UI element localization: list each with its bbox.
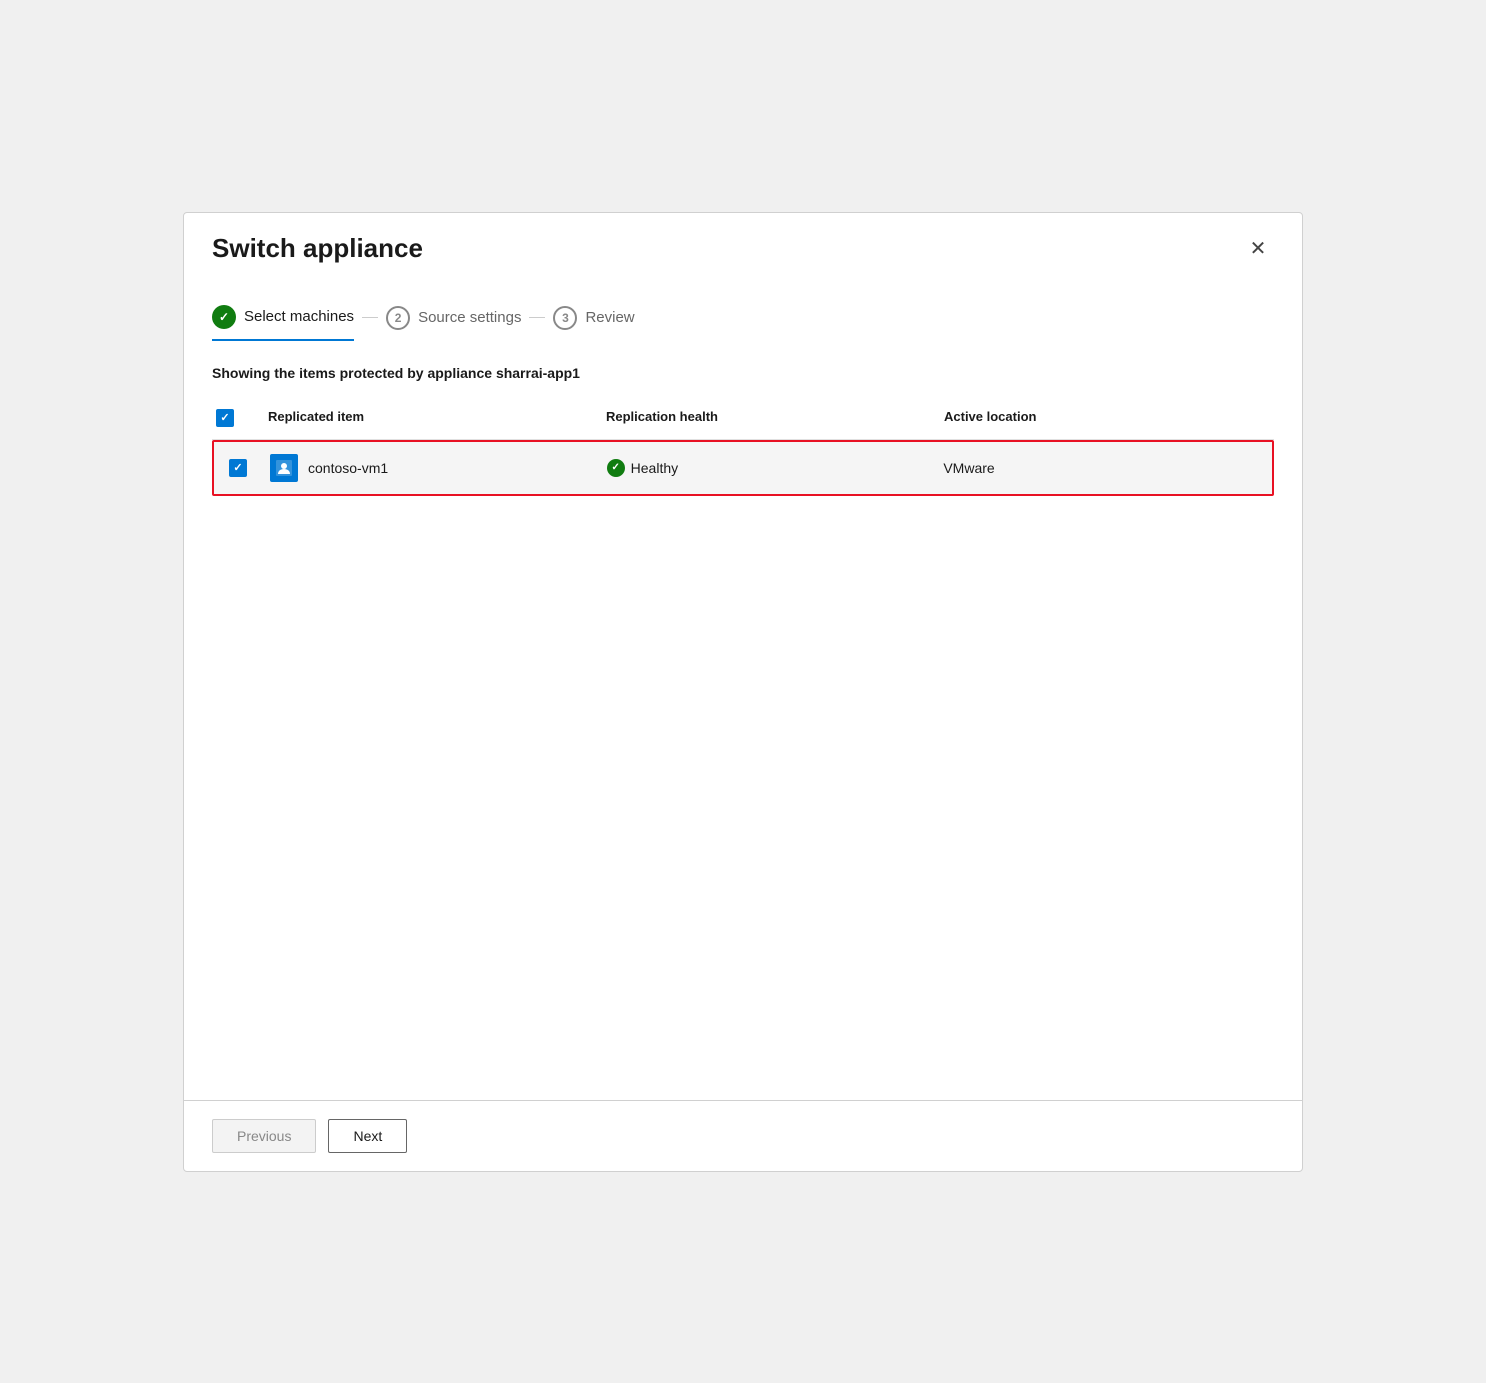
step-source-settings[interactable]: 2 Source settings: [386, 306, 521, 340]
dialog-title: Switch appliance: [212, 233, 423, 264]
step-separator-1: [362, 317, 378, 318]
step-review[interactable]: 3 Review: [553, 306, 634, 340]
col-replicated-item: Replicated item: [260, 405, 598, 431]
switch-appliance-dialog: Switch appliance ✕ ✓ Select machines 2 S…: [183, 212, 1303, 1172]
dialog-body: ✓ Select machines 2 Source settings 3 Re…: [184, 281, 1302, 1100]
step-select-machines[interactable]: ✓ Select machines: [212, 305, 354, 341]
next-button[interactable]: Next: [328, 1119, 407, 1153]
step-2-label: Source settings: [418, 309, 521, 326]
header-checkbox[interactable]: [216, 409, 234, 427]
previous-button[interactable]: Previous: [212, 1119, 316, 1153]
row-checkbox-cell: [214, 447, 262, 489]
vm-icon-svg: [275, 459, 293, 477]
header-checkbox-cell: [212, 405, 260, 431]
row-checkbox[interactable]: [229, 459, 247, 477]
row-health-cell: Healthy: [599, 447, 936, 489]
step-2-icon: 2: [386, 306, 410, 330]
section-description: Showing the items protected by appliance…: [212, 365, 1274, 381]
row-vm-name-cell: contoso-vm1: [262, 442, 599, 494]
location-text: VMware: [943, 460, 994, 476]
table-row[interactable]: contoso-vm1 Healthy VMware: [212, 440, 1274, 496]
health-text: Healthy: [631, 460, 678, 476]
vm-name-text: contoso-vm1: [308, 460, 388, 476]
table-header-row: Replicated item Replication health Activ…: [212, 397, 1274, 440]
step-1-label: Select machines: [244, 308, 354, 325]
col-active-location: Active location: [936, 405, 1274, 431]
vm-icon: [270, 454, 298, 482]
steps-nav: ✓ Select machines 2 Source settings 3 Re…: [212, 305, 1274, 341]
health-icon: [607, 459, 625, 477]
step-separator-2: [529, 317, 545, 318]
col-replication-health: Replication health: [598, 405, 936, 431]
dialog-footer: Previous Next: [184, 1100, 1302, 1171]
machines-table: Replicated item Replication health Activ…: [212, 397, 1274, 496]
step-3-icon: 3: [553, 306, 577, 330]
step-1-icon: ✓: [212, 305, 236, 329]
row-location-cell: VMware: [935, 448, 1272, 488]
close-icon: ✕: [1250, 236, 1267, 261]
dialog-header: Switch appliance ✕: [184, 213, 1302, 281]
step-3-label: Review: [585, 309, 634, 326]
close-button[interactable]: ✕: [1242, 233, 1274, 265]
